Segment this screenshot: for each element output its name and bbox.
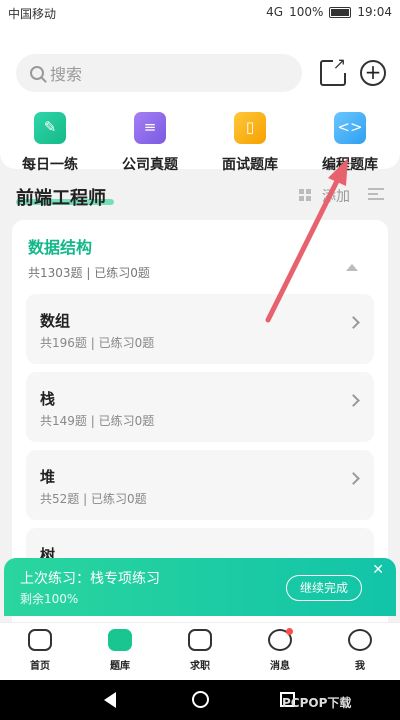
search-placeholder: 搜索	[50, 65, 83, 84]
home-icon	[28, 629, 52, 651]
item-name: 数组	[40, 312, 71, 330]
tab-home[interactable]: 首页	[10, 629, 70, 672]
chevron-right-icon	[347, 394, 360, 407]
search-icon	[30, 66, 44, 80]
tab-messages[interactable]: 消息	[250, 628, 310, 672]
question-bank-icon	[108, 629, 132, 651]
add-button[interactable]: 添加	[322, 186, 350, 206]
list-item[interactable]: 堆 共52题 | 已练习0题	[26, 450, 374, 520]
tab-label: 求职	[190, 661, 210, 672]
card-meta: 共1303题 | 已练习0题	[28, 266, 150, 280]
status-bar: 中国移动 4G 100% 19:04	[0, 0, 400, 24]
grid-icon[interactable]	[299, 189, 311, 201]
signal-label: 4G	[266, 5, 284, 19]
item-meta: 共149题 | 已练习0题	[40, 414, 155, 428]
item-meta: 共52题 | 已练习0题	[40, 492, 147, 506]
top-panel: 搜索 + ✎ 每日一练 ≡ 公司真题 ▯ 面试题库 <> 编程题库	[0, 24, 400, 173]
battery-icon	[329, 6, 352, 18]
battery-percent: 100%	[289, 5, 324, 19]
category-daily-practice[interactable]: ✎ 每日一练	[0, 112, 100, 174]
code-icon: <>	[334, 112, 366, 144]
banner-title: 上次练习：栈专项练习	[20, 571, 160, 587]
item-name: 堆	[40, 468, 56, 486]
category-label: 编程题库	[322, 157, 378, 173]
category-coding-bank[interactable]: <> 编程题库	[300, 112, 400, 174]
tab-jobs[interactable]: 求职	[170, 629, 230, 672]
share-icon[interactable]	[320, 54, 346, 86]
tab-question-bank[interactable]: 题库	[90, 629, 150, 672]
item-name: 栈	[40, 390, 56, 408]
item-meta: 共196题 | 已练习0题	[40, 336, 155, 350]
watermark: PCPOP下载	[282, 696, 352, 710]
category-interview-bank[interactable]: ▯ 面试题库	[200, 112, 300, 174]
category-label: 面试题库	[222, 157, 278, 173]
back-icon[interactable]	[104, 692, 116, 708]
profile-icon	[348, 629, 372, 651]
category-label: 每日一练	[22, 157, 78, 173]
continue-button[interactable]: 继续完成	[286, 575, 362, 601]
tab-label: 我	[355, 661, 365, 672]
tab-profile[interactable]: 我	[330, 629, 390, 672]
chevron-right-icon	[347, 316, 360, 329]
sort-icon[interactable]	[368, 188, 384, 200]
book-icon: ▯	[234, 112, 266, 144]
home-circle-icon[interactable]	[192, 691, 209, 708]
section-title: 前端工程师	[16, 188, 106, 209]
search-input[interactable]: 搜索	[16, 54, 302, 92]
card-title: 数据结构	[28, 238, 93, 257]
carrier-name: 中国移动	[8, 7, 57, 21]
tab-label: 首页	[30, 661, 50, 672]
chevron-right-icon	[347, 472, 360, 485]
list-item[interactable]: 数组 共196题 | 已练习0题	[26, 294, 374, 364]
tab-label: 消息	[270, 661, 290, 672]
resume-banner[interactable]: 上次练习：栈专项练习 剩余100% 继续完成 ✕	[4, 558, 396, 616]
banner-subtitle: 剩余100%	[20, 592, 79, 606]
document-icon: ≡	[134, 112, 166, 144]
tab-bar: 首页 题库 求职 消息 我	[0, 622, 400, 680]
category-label: 公司真题	[122, 157, 178, 173]
job-icon	[188, 629, 212, 651]
collapse-icon[interactable]	[346, 264, 358, 271]
list-item[interactable]: 栈 共149题 | 已练习0题	[26, 372, 374, 442]
add-icon[interactable]: +	[360, 60, 386, 86]
clock: 19:04	[357, 5, 392, 19]
tab-label: 题库	[110, 661, 130, 672]
notification-dot	[286, 628, 293, 635]
message-icon	[268, 628, 293, 651]
pencil-icon: ✎	[34, 112, 66, 144]
close-icon[interactable]: ✕	[372, 562, 384, 578]
category-company-questions[interactable]: ≡ 公司真题	[100, 112, 200, 174]
